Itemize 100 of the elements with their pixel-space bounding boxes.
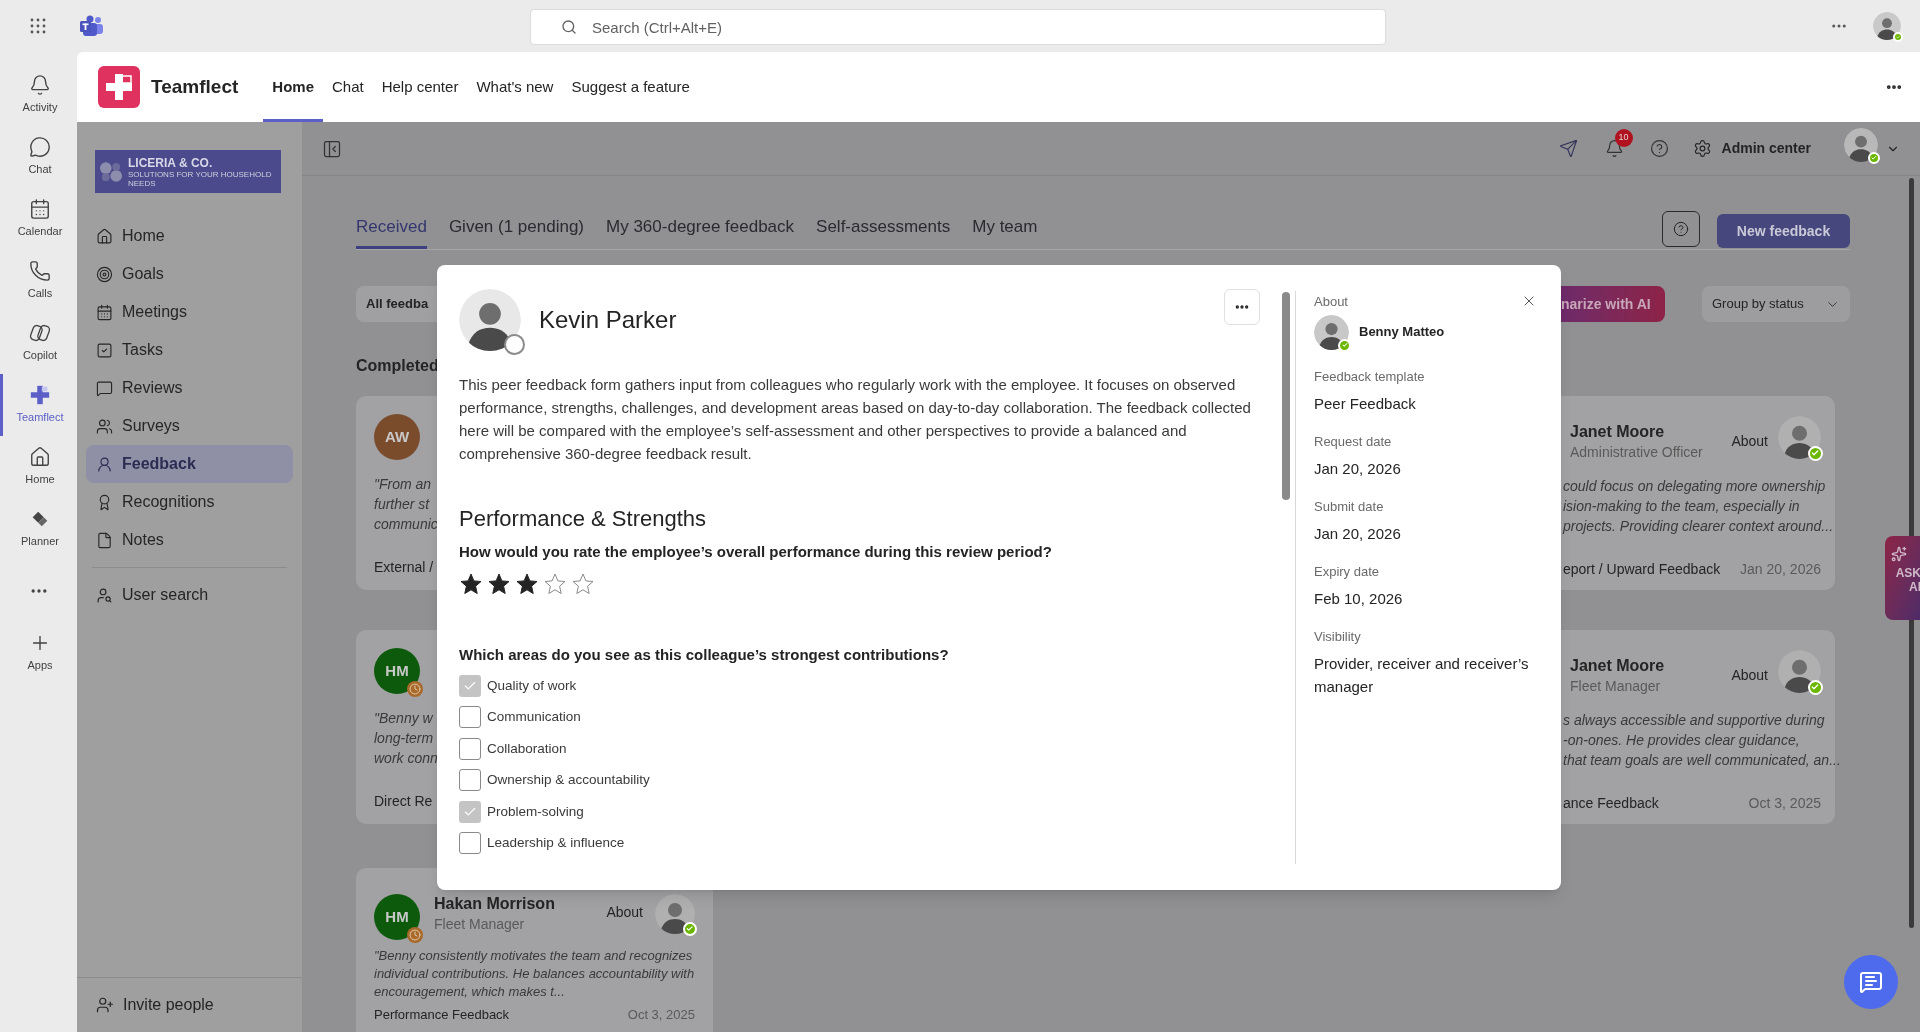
checkbox-label: Problem-solving [487, 802, 584, 821]
logo-tagline: SOLUTIONS FOR YOUR HOUSEHOLD NEEDS [128, 169, 273, 188]
quote-text: projects. Providing clearer context around... [1563, 517, 1834, 536]
ask-ai-button[interactable]: ASK AI [1885, 536, 1920, 620]
invite-people-button[interactable]: Invite people [96, 993, 214, 1017]
tab[interactable]: Self-assessments [816, 208, 951, 249]
help-button[interactable] [1662, 211, 1700, 247]
speech-bubble-icon [96, 379, 113, 397]
notification-badge: 10 [1614, 129, 1633, 147]
help-icon[interactable] [1649, 139, 1669, 158]
rail-item[interactable]: Copilot [0, 312, 77, 374]
admin-center-button[interactable]: Admin center [1692, 138, 1811, 159]
person-name: Benny Matteo [1359, 323, 1445, 342]
person-add-icon [96, 996, 114, 1014]
nav-tab[interactable]: What's new [467, 52, 563, 122]
tab[interactable]: Given (1 pending) [448, 208, 584, 249]
checkbox-label: Communication [487, 708, 581, 727]
question-text: Which areas do you see as this colleague’s strongest contributions? [459, 644, 950, 665]
form-description: This peer feedback form gathers input from colleagues who regularly work with the employee. It focuses on observed performance, strengths, challenges, and development areas based on day-to-day collaboration. The feedback collected here will be compared with the employee’s self-assessment and other perspectives to provide a balanced and comprehensive 360-degree feedback result. [459, 375, 1252, 464]
detail-value: Jan 20, 2026 [1314, 523, 1402, 544]
card-date: Oct 3, 2025 [627, 1007, 695, 1023]
checkbox[interactable] [459, 800, 481, 823]
clock-icon [407, 681, 423, 697]
about-label: About [606, 903, 643, 922]
card-footer-text: eport / Upward Feedback [1563, 560, 1721, 579]
home-icon [96, 227, 113, 245]
quote-text: ision-making to the team, especially in [1563, 497, 1800, 516]
tab[interactable]: My 360-degree feedback [606, 208, 795, 249]
checkbox[interactable] [459, 737, 481, 760]
detail-value: Peer Feedback [1314, 393, 1417, 414]
panel-toggle-icon[interactable] [322, 138, 342, 159]
sidebar-item[interactable]: Meetings [86, 293, 293, 331]
checkbox[interactable] [459, 706, 481, 729]
checkbox-label: Quality of work [487, 676, 577, 695]
bell-icon[interactable] [1604, 139, 1624, 158]
person-role: Fleet Manager [434, 915, 526, 934]
sidebar-item[interactable]: Reviews [86, 369, 293, 407]
clock-icon [407, 927, 423, 943]
section-heading: Completed [356, 356, 439, 376]
star-icon [515, 571, 539, 596]
detail-value: Feb 10, 2026 [1314, 588, 1404, 609]
rail-item[interactable]: Calls [0, 250, 77, 312]
card-footer-text: ance Feedback [1563, 794, 1659, 813]
summarize-ai-button[interactable]: narize with AI [1561, 286, 1665, 322]
detail-label: Visibility [1314, 627, 1362, 646]
quote-text: s always accessible and supportive during [1563, 711, 1825, 730]
status-icon [1867, 151, 1880, 164]
sidebar-item[interactable]: Notes [86, 521, 293, 559]
card-footer-text: External / [374, 558, 434, 577]
checkbox[interactable] [459, 832, 481, 855]
send-icon[interactable] [1558, 139, 1578, 158]
app-launcher-icon [30, 18, 46, 34]
rail-item[interactable]: Apps [0, 622, 77, 684]
question-text: How would you rate the employee’s overall performance during this review period? [459, 542, 1053, 562]
settings-icon [1692, 139, 1712, 158]
avatar [1778, 650, 1821, 693]
rail-item[interactable]: Planner [0, 498, 77, 560]
rail-item[interactable]: Chat [0, 126, 77, 188]
more-button[interactable] [1224, 289, 1260, 325]
sidebar-item[interactable]: Feedback [86, 445, 293, 483]
sidebar-item[interactable]: Goals [86, 255, 293, 293]
checkbox[interactable] [459, 769, 481, 792]
star-icon [543, 571, 567, 596]
home-icon [29, 446, 51, 469]
file-icon [96, 531, 113, 549]
search-icon [561, 19, 577, 35]
sparkle-icon [1891, 546, 1907, 562]
person-name: Janet Moore [1570, 421, 1666, 442]
feedback-card[interactable] [356, 868, 713, 1032]
tab[interactable]: My team [972, 208, 1038, 249]
calendar-icon [96, 303, 113, 321]
quote-text: "Benny consistently motivates the team and recognizes individual contributions. He balances accountability with encouragement, which makes t... [374, 947, 695, 1001]
sidebar-item[interactable]: User search [86, 576, 293, 614]
sidebar-item[interactable]: Surveys [86, 407, 293, 445]
group-by-dropdown[interactable]: Group by status [1702, 286, 1850, 322]
filter-dropdown[interactable]: All feedba [356, 286, 437, 322]
tab[interactable]: Received [356, 208, 427, 249]
checkbox[interactable] [459, 674, 481, 697]
rail-item[interactable]: Activity [0, 64, 77, 126]
person-role: Fleet Manager [1570, 676, 1662, 696]
avatar [459, 289, 521, 351]
search-field[interactable]: Search (Ctrl+Alt+E) [530, 9, 1386, 45]
avatar [1844, 128, 1878, 162]
nav-tab[interactable]: Suggest a feature [562, 52, 699, 122]
sidebar-item[interactable]: Recognitions [86, 483, 293, 521]
avatar [1873, 12, 1901, 40]
nav-tab[interactable]: Help center [372, 52, 468, 122]
checkbox-label: Ownership & accountability [487, 771, 650, 790]
quote-text: communic [374, 515, 438, 534]
sidebar-item[interactable]: Home [86, 217, 293, 255]
section-title: Performance & Strengths [459, 505, 707, 533]
nav-tab[interactable]: Chat [323, 52, 373, 122]
new-feedback-button[interactable]: New feedback [1717, 214, 1850, 248]
person-name: Kevin Parker [539, 305, 677, 335]
rail-item[interactable]: Home [0, 436, 77, 498]
target-icon [96, 265, 113, 283]
detail-label: Submit date [1314, 497, 1385, 516]
avatar [1314, 314, 1349, 350]
rail-item[interactable]: Calendar [0, 188, 77, 250]
sidebar-item[interactable]: Tasks [86, 331, 293, 369]
